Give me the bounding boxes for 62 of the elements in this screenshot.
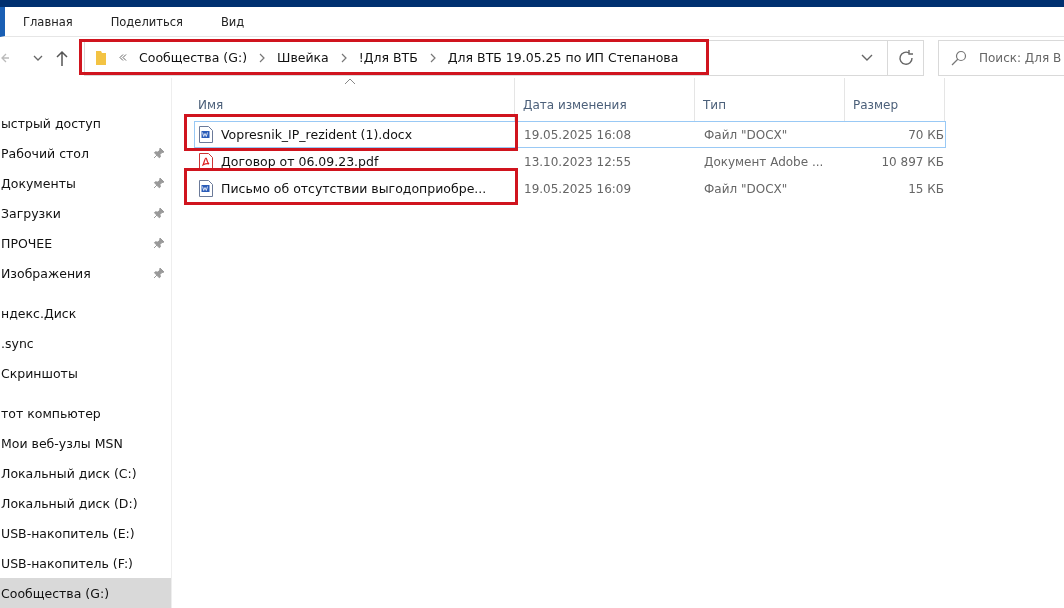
sidebar-item[interactable]: Сообщества (G:) [0,578,171,608]
sidebar-item[interactable]: USB-накопитель (F:) [0,548,171,578]
sidebar-item[interactable]: Скриншоты [0,358,171,388]
breadcrumb[interactable]: !Для ВТБ [358,50,418,66]
type-cell-text: Файл "DOCX" [703,181,789,196]
file-name: Письмо об отсутствии выгодоприобре... [221,181,487,196]
chevron-right-icon [259,52,265,63]
pdf-file-icon [199,153,213,170]
breadcrumb[interactable]: Для ВТБ 19.05.25 по ИП Степанова [447,50,679,66]
search-icon [951,49,967,66]
sidebar-item[interactable]: ндекс.Диск [0,298,171,328]
column-header[interactable]: Имя [190,78,515,121]
type-cell-text: Файл "DOCX" [703,127,789,142]
sidebar-item[interactable]: ыстрый доступ [0,108,171,138]
pin-icon [153,267,165,279]
file-row[interactable]: Письмо об отсутствии выгодоприобре... 19.05.2025 16:09 Файл "DOCX" 15 КБ [194,175,946,202]
date-cell-text: 13.10.2023 12:55 [523,154,633,169]
column-header[interactable]: Тип [695,78,845,121]
column-header[interactable]: Дата изменения [515,78,695,121]
double-chevron-left-icon[interactable] [119,54,127,62]
sidebar-item[interactable]: Локальный диск (C:) [0,458,171,488]
sidebar-item[interactable]: Локальный диск (D:) [0,488,171,518]
dropdown-chevron-icon[interactable] [861,54,873,62]
date-cell-text: 19.05.2025 16:08 [523,127,633,142]
pin-icon [153,177,165,189]
search-field[interactable]: Поиск: Для В [938,39,1064,76]
sidebar-item[interactable]: ПРОЧЕЕ [0,228,171,258]
word-file-icon [199,126,213,143]
chevron-right-icon [340,52,347,63]
sidebar-item[interactable]: Загрузки [0,198,171,228]
ribbon-tab[interactable]: Вид [220,14,245,29]
file-row[interactable]: Vopresnik_IP_rezident (1).docx 19.05.2025 16:08 Файл "DOCX" 70 КБ [194,121,946,148]
size-cell-text: 10 897 КБ [880,154,945,169]
word-file-icon [199,180,213,197]
pin-icon [153,207,165,219]
chevron-right-icon [429,52,436,63]
ribbon-tab[interactable]: Главная [23,14,73,29]
pin-icon [153,147,165,159]
sidebar-item[interactable]: Мои веб-узлы MSN [0,428,171,458]
refresh-icon [897,49,914,66]
sidebar-item[interactable]: USB-накопитель (E:) [0,518,171,548]
sidebar-item[interactable]: Изображения [0,258,171,288]
pin-icon [153,237,165,249]
search-input[interactable]: Поиск: Для В [979,50,1064,65]
refresh-button[interactable] [888,39,924,76]
file-name: Договор от 06.09.23.pdf [221,154,379,169]
file-name: Vopresnik_IP_rezident (1).docx [221,127,413,142]
breadcrumb[interactable]: Швейка [277,50,329,66]
folder-icon [95,49,107,66]
sidebar-item[interactable]: Документы [0,168,171,198]
size-cell-text: 70 КБ [907,127,945,142]
breadcrumb[interactable]: Сообщества (G:) [139,50,247,66]
chevron-down-icon [33,54,43,61]
size-cell-text: 15 КБ [907,181,945,196]
date-cell-text: 19.05.2025 16:09 [523,181,633,196]
ribbon-tab[interactable]: Поделиться [110,14,183,29]
sidebar-item[interactable]: тот компьютер [0,398,171,428]
type-cell-text: Документ Adobe ... [703,154,825,169]
column-header[interactable]: Размер [845,78,945,121]
sidebar-item[interactable]: Рабочий стол [0,138,171,168]
file-row[interactable]: Договор от 06.09.23.pdf 13.10.2023 12:55 Документ Adobe ... 10 897 КБ [194,148,946,175]
sidebar-item[interactable]: .sync [0,328,171,358]
